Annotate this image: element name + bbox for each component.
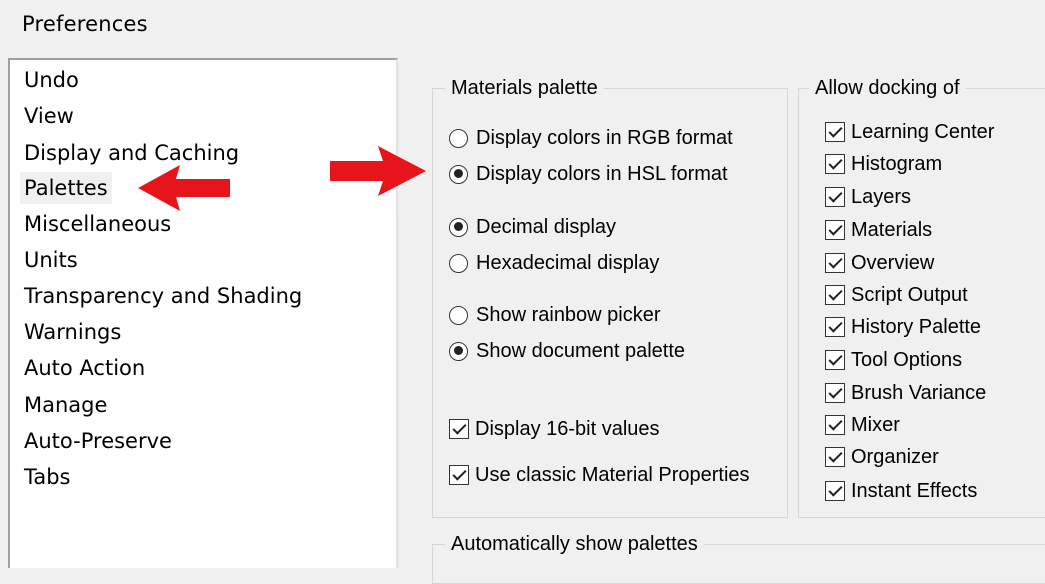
dock-tool-options-checkbox-box[interactable] <box>825 350 845 370</box>
annotation-arrow-left-shape <box>138 165 230 211</box>
dock-history-palette-label: History Palette <box>851 315 982 338</box>
rainbow-picker-radio[interactable]: Show rainbow picker <box>449 300 661 330</box>
decimal-display-label: Decimal display <box>476 215 617 238</box>
hexadecimal-display-radio[interactable]: Hexadecimal display <box>449 248 659 278</box>
annotation-arrow-right-shape <box>330 146 426 196</box>
dock-script-output-label: Script Output <box>851 283 968 306</box>
dock-tool-options-checkbox[interactable]: Tool Options <box>825 345 962 375</box>
dock-layers-label: Layers <box>851 185 912 208</box>
document-palette-radio[interactable]: Show document palette <box>449 336 685 366</box>
dock-instant-effects-checkbox[interactable]: Instant Effects <box>825 476 977 506</box>
display-16bit-checkbox-box[interactable] <box>449 419 469 439</box>
dock-script-output-checkbox[interactable]: Script Output <box>825 280 968 310</box>
dock-organizer-checkbox[interactable]: Organizer <box>825 442 939 472</box>
rainbow-picker-label: Show rainbow picker <box>476 303 661 326</box>
dock-histogram-checkbox[interactable]: Histogram <box>825 149 942 179</box>
annotation-arrow-left-icon <box>138 165 230 211</box>
dock-overview-checkbox[interactable]: Overview <box>825 248 934 278</box>
category-item-miscellaneous[interactable]: Miscellaneous <box>20 208 175 240</box>
dock-organizer-label: Organizer <box>851 445 939 468</box>
allow-docking-group: Allow docking of Learning Center Histogr… <box>798 75 1045 518</box>
display-16bit-label: Display 16-bit values <box>475 417 660 440</box>
classic-material-properties-checkbox[interactable]: Use classic Material Properties <box>449 460 750 490</box>
category-item-undo[interactable]: Undo <box>20 64 83 96</box>
dock-overview-label: Overview <box>851 251 935 274</box>
dock-histogram-checkbox-box[interactable] <box>825 154 845 174</box>
display-16bit-checkbox[interactable]: Display 16-bit values <box>449 414 660 444</box>
dock-instant-effects-checkbox-box[interactable] <box>825 481 845 501</box>
document-palette-label: Show document palette <box>476 339 686 362</box>
category-item-manage[interactable]: Manage <box>20 389 111 421</box>
auto-show-palettes-legend: Automatically show palettes <box>445 531 704 557</box>
category-item-units[interactable]: Units <box>20 244 82 276</box>
dock-organizer-checkbox-box[interactable] <box>825 447 845 467</box>
document-palette-radio-indicator[interactable] <box>449 341 468 361</box>
rgb-format-radio-indicator[interactable] <box>449 128 468 148</box>
dock-script-output-checkbox-box[interactable] <box>825 285 845 305</box>
dock-layers-checkbox[interactable]: Layers <box>825 182 911 212</box>
hsl-format-radio-indicator[interactable] <box>449 164 468 184</box>
hsl-format-label: Display colors in HSL format <box>476 162 728 185</box>
dock-mixer-checkbox[interactable]: Mixer <box>825 410 900 440</box>
dock-tool-options-label: Tool Options <box>851 348 963 371</box>
decimal-display-radio-indicator[interactable] <box>449 217 468 237</box>
dock-brush-variance-checkbox[interactable]: Brush Variance <box>825 378 986 408</box>
category-item-tabs[interactable]: Tabs <box>20 461 75 493</box>
classic-material-properties-label: Use classic Material Properties <box>475 463 750 486</box>
decimal-display-radio[interactable]: Decimal display <box>449 212 616 242</box>
dock-brush-variance-checkbox-box[interactable] <box>825 383 845 403</box>
dock-history-palette-checkbox-box[interactable] <box>825 317 845 337</box>
dock-histogram-label: Histogram <box>851 152 943 175</box>
allow-docking-legend: Allow docking of <box>809 75 966 101</box>
dock-mixer-label: Mixer <box>851 413 900 436</box>
window-title: Preferences <box>22 12 148 36</box>
category-item-auto-preserve[interactable]: Auto-Preserve <box>20 425 176 457</box>
hexadecimal-display-label: Hexadecimal display <box>476 251 660 274</box>
category-item-warnings[interactable]: Warnings <box>20 316 125 348</box>
classic-material-properties-checkbox-box[interactable] <box>449 465 469 485</box>
dock-instant-effects-label: Instant Effects <box>851 479 978 502</box>
category-item-palettes[interactable]: Palettes <box>20 172 112 204</box>
dock-overview-checkbox-box[interactable] <box>825 253 845 273</box>
hsl-format-radio[interactable]: Display colors in HSL format <box>449 159 728 189</box>
rgb-format-label: Display colors in RGB format <box>476 126 733 149</box>
category-list[interactable]: Undo View Display and Caching Palettes M… <box>8 58 398 568</box>
dock-materials-checkbox[interactable]: Materials <box>825 215 932 245</box>
dock-learning-center-checkbox[interactable]: Learning Center <box>825 117 994 147</box>
rgb-format-radio[interactable]: Display colors in RGB format <box>449 123 733 153</box>
hexadecimal-display-radio-indicator[interactable] <box>449 253 468 273</box>
dock-materials-checkbox-box[interactable] <box>825 220 845 240</box>
materials-palette-legend: Materials palette <box>445 75 604 101</box>
auto-show-palettes-group: Automatically show palettes <box>432 531 1045 584</box>
category-item-auto-action[interactable]: Auto Action <box>20 352 149 384</box>
dock-learning-center-checkbox-box[interactable] <box>825 122 845 142</box>
rainbow-picker-radio-indicator[interactable] <box>449 305 468 325</box>
category-item-view[interactable]: View <box>20 100 78 132</box>
category-item-transparency-and-shading[interactable]: Transparency and Shading <box>20 280 306 312</box>
dock-brush-variance-label: Brush Variance <box>851 381 987 404</box>
dock-history-palette-checkbox[interactable]: History Palette <box>825 312 981 342</box>
dock-layers-checkbox-box[interactable] <box>825 187 845 207</box>
materials-palette-group: Materials palette Display colors in RGB … <box>432 75 788 518</box>
annotation-arrow-right-icon <box>330 146 426 196</box>
dock-learning-center-label: Learning Center <box>851 120 995 143</box>
dock-materials-label: Materials <box>851 218 933 241</box>
dock-mixer-checkbox-box[interactable] <box>825 415 845 435</box>
